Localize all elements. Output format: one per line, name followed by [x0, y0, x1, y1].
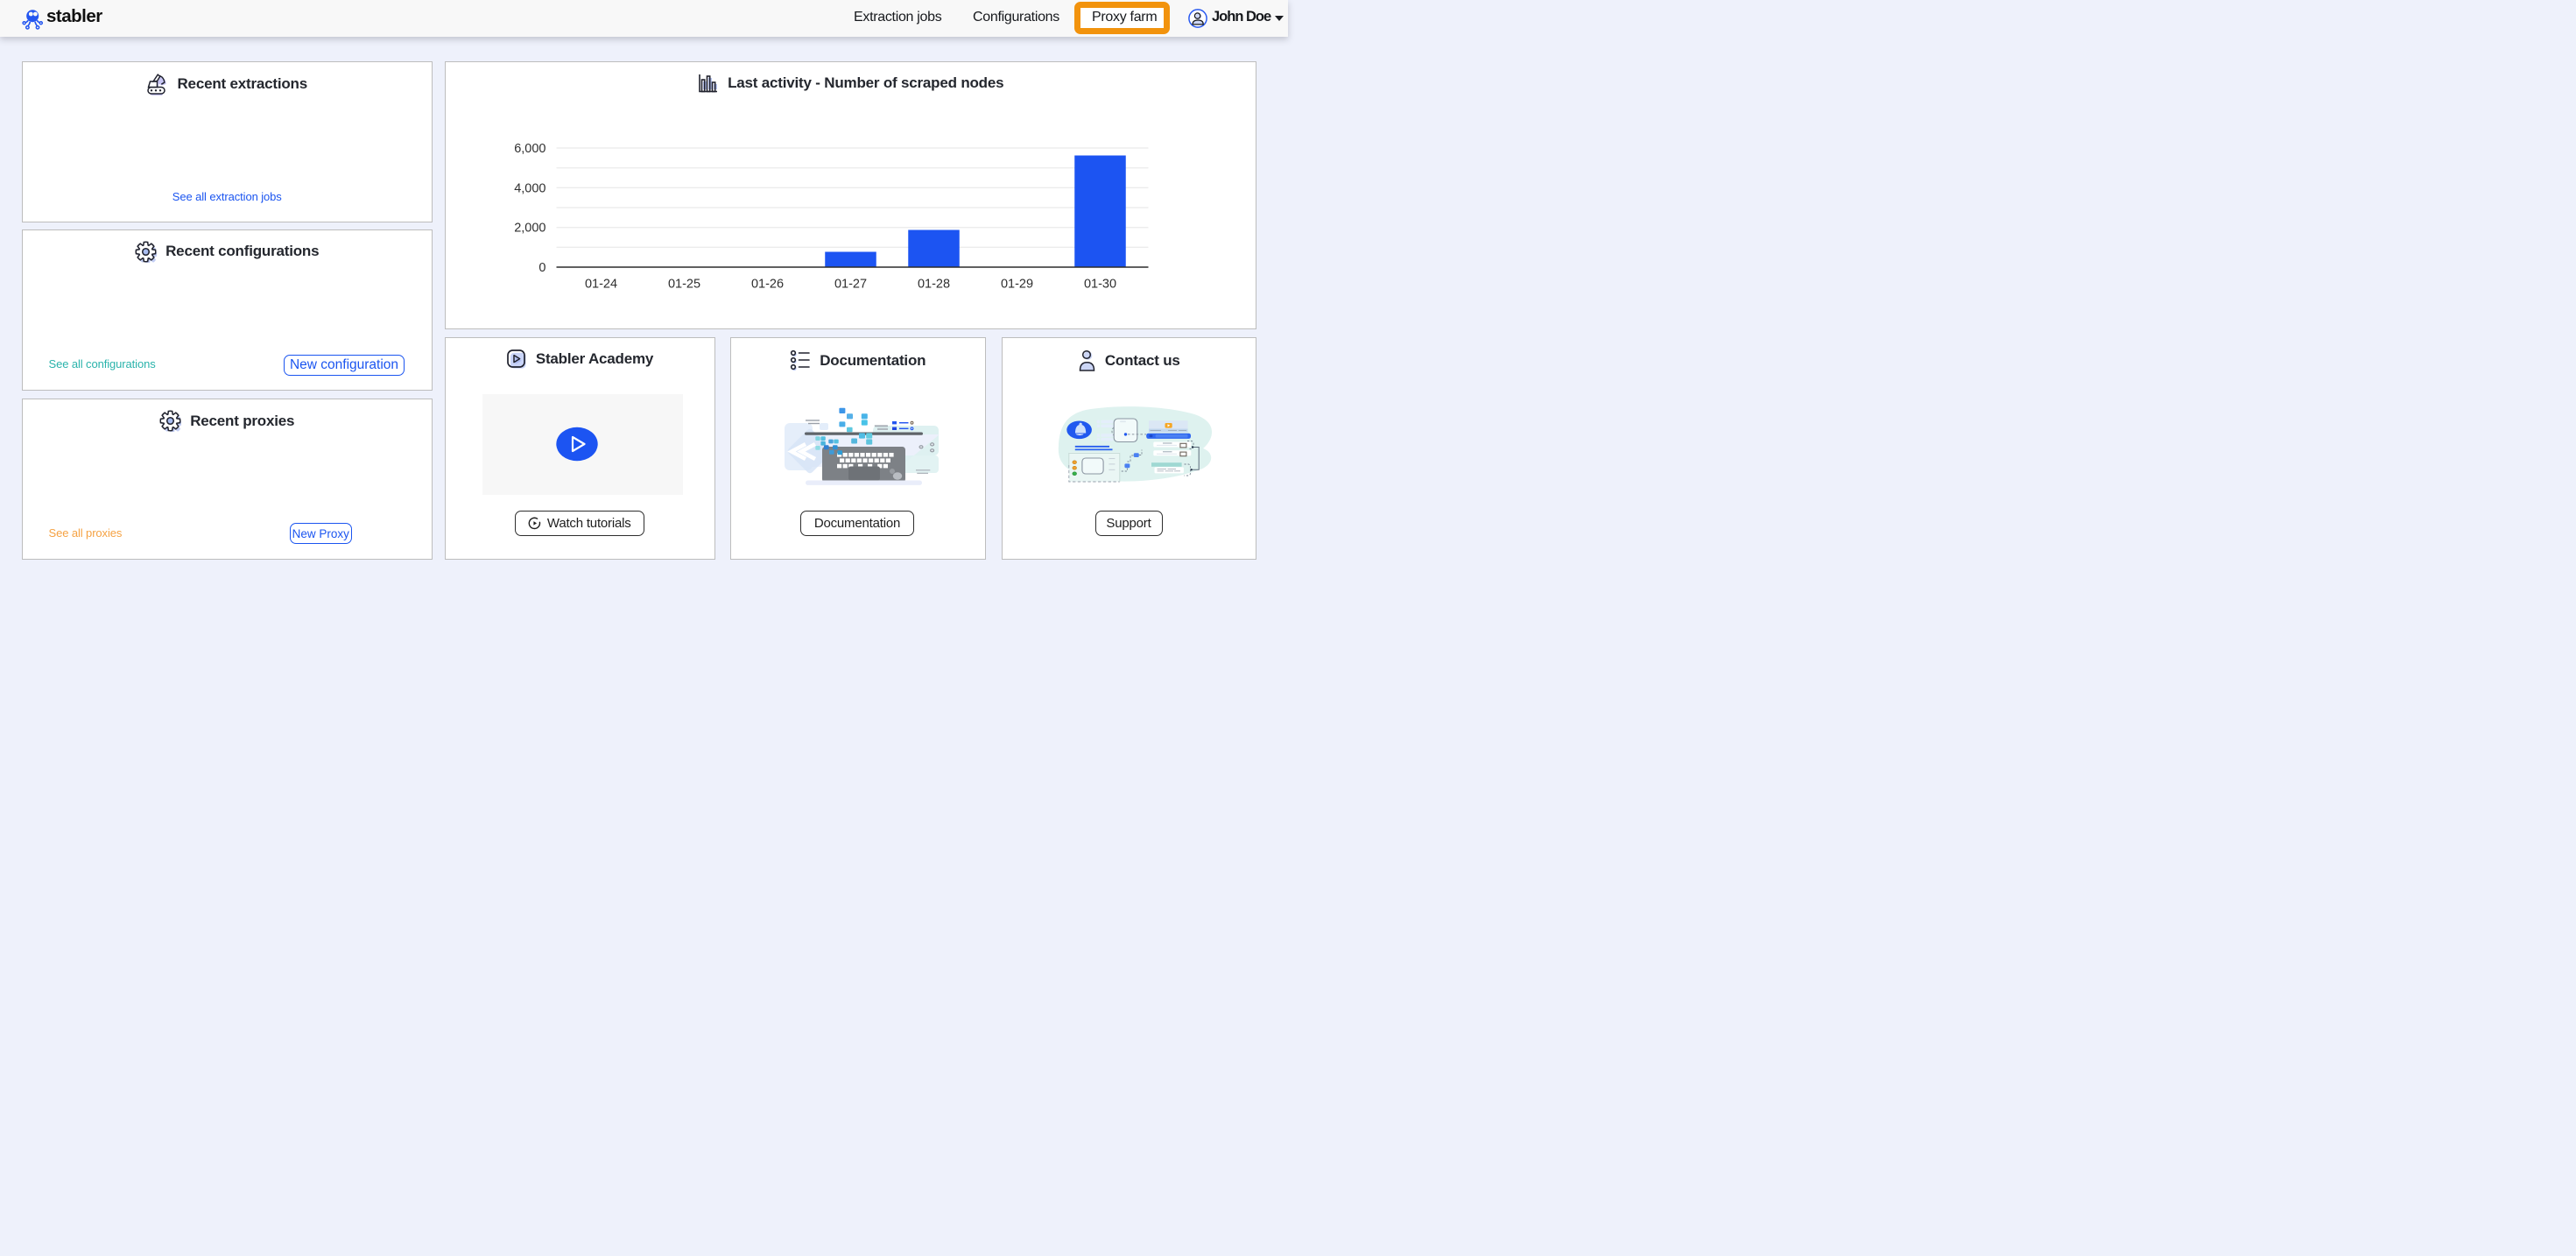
svg-text:2,000: 2,000 — [514, 222, 545, 236]
svg-text:01-27: 01-27 — [834, 278, 866, 292]
svg-text:6,000: 6,000 — [514, 142, 545, 156]
svg-text:01-25: 01-25 — [667, 278, 700, 292]
svg-text:01-29: 01-29 — [1000, 278, 1032, 292]
svg-text:01-30: 01-30 — [1083, 278, 1116, 292]
svg-text:01-28: 01-28 — [917, 278, 949, 292]
svg-text:4,000: 4,000 — [514, 181, 545, 195]
svg-text:01-24: 01-24 — [584, 278, 616, 292]
svg-text:01-26: 01-26 — [750, 278, 783, 292]
svg-text:0: 0 — [538, 261, 545, 275]
